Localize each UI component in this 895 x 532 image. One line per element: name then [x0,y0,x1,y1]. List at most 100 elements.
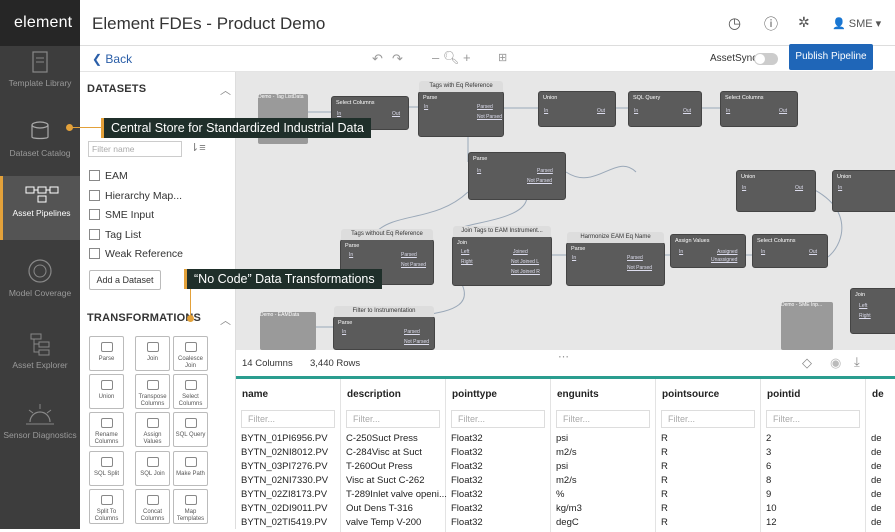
node-port-label[interactable]: Assigned [717,249,738,255]
transform-tile-parse[interactable]: Parse [89,336,124,371]
clock-icon[interactable]: ◷ [728,14,741,32]
transform-tile-union[interactable]: Union [89,374,124,409]
transform-tile-make-path[interactable]: Make Path [173,451,208,486]
node-port-label[interactable]: In [477,168,481,174]
pipeline-node[interactable]: Assign Values In Assigned Unassigned [670,234,746,268]
node-port-label[interactable]: In [838,185,842,191]
node-port-label[interactable]: Right [859,313,871,319]
node-port-label[interactable]: Not Parsed [477,114,502,120]
transform-tile-sql-query[interactable]: SQL Query [173,412,208,447]
zoom-controls[interactable]: – 🔍︎ + [432,50,471,66]
transform-tile-transpose-columns[interactable]: Transpose Columns [135,374,170,409]
redo-icon[interactable]: ↷ [392,51,403,67]
node-port-label[interactable]: Not Joined L [511,259,539,265]
node-port-label[interactable]: Parsed [401,252,417,258]
node-port-label[interactable]: In [337,111,341,117]
node-port-label[interactable]: Parsed [404,329,420,335]
node-port-label[interactable]: Unassigned [711,257,737,263]
publish-pipeline-button[interactable]: Publish Pipeline [789,44,873,70]
node-port-label[interactable]: Right [461,259,473,265]
node-port-label[interactable]: In [544,108,548,114]
node-port-label[interactable]: Not Parsed [401,262,426,268]
column-filter-input[interactable]: Filter... [346,410,440,428]
pipeline-node[interactable]: Filter to Instrumentation Parse In Parsed No… [333,306,435,350]
pipeline-node[interactable]: Join Tags to EAM Instrument... Join Left Ri… [452,226,552,286]
node-port-label[interactable]: In [349,252,353,258]
pipeline-node[interactable]: SQL Query In Out [628,91,702,127]
pipeline-node[interactable]: Demo - EAMData [260,312,316,350]
transform-tile-concat-columns[interactable]: Concat Columns [135,489,170,524]
nav-sensor-diagnostics[interactable]: Sensor Diagnostics [0,402,80,492]
node-port-label[interactable]: Left [859,303,867,309]
pipeline-node[interactable]: Parse In Parsed Not Parsed [468,152,566,200]
help-icon[interactable]: ⓘ [764,14,778,34]
node-port-label[interactable]: In [342,329,346,335]
node-port-label[interactable]: In [572,255,576,261]
node-port-label[interactable]: Not Joined R [511,269,540,275]
column-filter-input[interactable]: Filter... [241,410,335,428]
pipeline-node[interactable]: Select Columns In Out [752,234,828,268]
pipeline-node[interactable]: Union In [832,170,895,212]
column-header[interactable]: engunits [557,389,599,400]
pipeline-canvas[interactable]: Demo - Tag ListData Select Columns In Out Ta… [236,72,895,350]
pipeline-node[interactable]: Tags with Eq Reference Parse In Parsed Not P… [418,81,504,137]
sort-icon[interactable]: ⇂≡ [190,141,206,154]
column-header[interactable]: de [872,389,884,400]
node-port-label[interactable]: Out [683,108,691,114]
node-port-label[interactable]: Out [779,108,787,114]
node-port-label[interactable]: Not Parsed [627,265,652,271]
transform-tile-sql-split[interactable]: SQL Split [89,451,124,486]
node-port-label[interactable]: Left [461,249,469,255]
undo-icon[interactable]: ↶ [372,51,383,67]
transform-tile-join[interactable]: Join [135,336,170,371]
node-port-label[interactable]: In [424,104,428,110]
node-port-label[interactable]: In [726,108,730,114]
pipeline-node[interactable]: Union In Out [538,91,616,127]
transform-tile-assign-values[interactable]: Assign Values [135,412,170,447]
pipeline-node[interactable]: Demo - SME Inp... [781,302,833,350]
node-port-label[interactable]: Parsed [627,255,643,261]
transform-tile-map-templates[interactable]: Map Templates [173,489,208,524]
node-port-label[interactable]: Out [597,108,605,114]
layout-icon[interactable]: ⊞ [498,51,507,64]
collapse-datasets-icon[interactable]: ︿ [220,82,231,98]
node-port-label[interactable]: Out [809,249,817,255]
layers-icon[interactable]: ◇ [802,355,812,371]
transform-tile-sql-join[interactable]: SQL Join [135,451,170,486]
add-dataset-button[interactable]: Add a Dataset [89,270,161,290]
node-port-label[interactable]: Not Parsed [527,178,552,184]
transform-tile-select-columns[interactable]: Select Columns [173,374,208,409]
column-header[interactable]: name [242,389,268,400]
node-port-label[interactable]: Parsed [477,104,493,110]
pipeline-node[interactable]: Harmonize EAM Eq Name Parse In Parsed Not Pa… [566,232,665,286]
dataset-filter-input[interactable]: Filter name [88,141,182,157]
transform-tile-split-to-columns[interactable]: Split To Columns [89,489,124,524]
column-filter-input[interactable]: Filter... [766,410,860,428]
dataset-item[interactable]: SME Input [89,209,154,221]
column-filter-input[interactable]: Filter... [556,410,650,428]
drag-handle[interactable]: ⋯ [558,350,569,363]
node-port-label[interactable]: Not Parsed [404,339,429,345]
transform-tile-coalesce-join[interactable]: Coalesce Join [173,336,208,371]
node-port-label[interactable]: Data [293,94,304,100]
node-port-label[interactable]: Out [795,185,803,191]
node-port-label[interactable]: Parsed [537,168,553,174]
column-filter-input[interactable]: Filter... [451,410,545,428]
column-header[interactable]: description [347,389,401,400]
pipeline-node[interactable]: Union In Out [736,170,816,212]
eye-icon[interactable]: ◉ [830,355,841,371]
node-port-label[interactable]: In [679,249,683,255]
download-icon[interactable]: ⤓ [854,354,860,370]
transform-tile-rename-columns[interactable]: Rename Columns [89,412,124,447]
dataset-item[interactable]: Tag List [89,229,141,241]
pipeline-node[interactable]: Select Columns In Out [720,91,798,127]
node-port-label[interactable]: In [761,249,765,255]
dataset-item[interactable]: EAM [89,170,128,182]
column-header[interactable]: pointsource [662,389,719,400]
pipeline-node[interactable]: Join Left Right [850,288,895,334]
dataset-item[interactable]: Weak Reference [89,248,183,260]
dataset-item[interactable]: Hierarchy Map... [89,190,182,202]
column-filter-input[interactable]: Filter... [661,410,755,428]
collapse-transformations-icon[interactable]: ︿ [220,312,231,328]
nav-asset-pipelines[interactable]: Asset Pipelines [0,176,80,240]
